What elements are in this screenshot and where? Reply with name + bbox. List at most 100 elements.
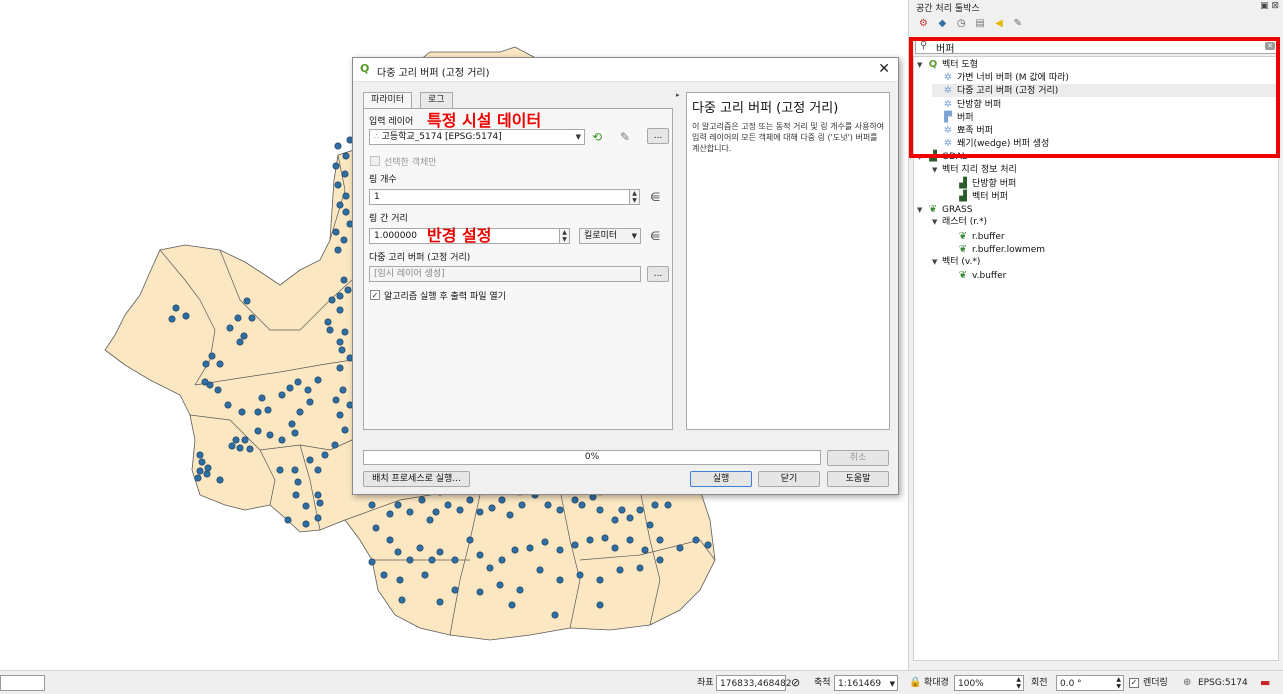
school-point (551, 611, 559, 619)
expand-arrow-icon[interactable]: ▼ (932, 164, 942, 177)
ring-count-spinner[interactable]: ▲ ▼ (629, 189, 640, 205)
help-button[interactable]: 도움말 (827, 471, 889, 487)
school-point (291, 466, 299, 474)
tree-item[interactable]: ✲ 단방향 버퍼 (932, 98, 1278, 111)
tree-item[interactable]: ▟ 벡터 버퍼 (947, 190, 1278, 203)
chevron-down-icon: ▼ (889, 680, 895, 688)
tree-item[interactable]: ▟ 단방향 버퍼 (947, 177, 1278, 190)
school-point (314, 514, 322, 522)
tree-item[interactable]: ▼ 래스터 (r.*) (932, 216, 1278, 229)
tab-log[interactable]: 로그 (420, 92, 453, 108)
school-point (496, 581, 504, 589)
tab-parameters[interactable]: 파라미터 (363, 92, 413, 109)
toolbox-search-input[interactable]: ⚲ 버퍼 ✕ (915, 38, 1279, 55)
close-icon[interactable]: ✕ (878, 61, 890, 77)
tree-item[interactable]: ✲ 쐐기(wedge) 버퍼 생성 (932, 137, 1278, 150)
school-point (258, 394, 266, 402)
school-point (254, 408, 262, 416)
tree-item[interactable]: ❦ v.buffer (947, 269, 1278, 282)
chevron-down-icon: ▼ (575, 133, 581, 141)
input-browse-button[interactable]: ... (647, 128, 669, 144)
tree-item[interactable]: ▼ Q 벡터 도형 (917, 58, 1278, 71)
clear-search-icon[interactable]: ✕ (1265, 42, 1275, 50)
qgis-icon: Q (928, 59, 938, 70)
school-point (611, 516, 619, 524)
gear-icon: ✲ (943, 72, 953, 84)
output-label: 다중 고리 버퍼 (고정 거리) (369, 253, 471, 263)
expand-arrow-icon[interactable]: ▼ (932, 256, 942, 269)
tree-item[interactable]: ✲ 뾰족 버퍼 (932, 124, 1278, 137)
school-point (342, 192, 350, 200)
float-panel-icon[interactable]: ▣ (1260, 1, 1269, 11)
tree-item[interactable]: ▼ 벡터 지리 정보 처리 (932, 164, 1278, 177)
school-point (340, 236, 348, 244)
school-point (228, 442, 236, 450)
output-input[interactable]: [임시 레이어 생성] (369, 266, 641, 282)
render-checkbox[interactable]: ✓ (1129, 678, 1139, 688)
tree-item[interactable]: ▼ ▟ GDAL (917, 150, 1278, 163)
iterate-icon[interactable]: ⟲ (592, 129, 602, 145)
selected-only-checkbox[interactable] (370, 156, 380, 166)
magnifier-spinner[interactable]: ▲ ▼ (1016, 676, 1021, 690)
search-value: 버퍼 (936, 44, 955, 55)
school-point (596, 601, 604, 609)
locator-input[interactable] (0, 675, 45, 691)
lock-scale-icon[interactable]: 🔒 (909, 675, 921, 691)
school-point (556, 546, 564, 554)
collapse-help-icon[interactable]: ▸ (676, 91, 680, 99)
tree-item[interactable]: ✲ 가변 너비 버퍼 (M 값에 따라) (932, 71, 1278, 84)
coordinate-input[interactable]: 176833,468482 (716, 675, 792, 691)
tree-item[interactable]: ❦ r.buffer (947, 230, 1278, 243)
school-point (641, 546, 649, 554)
tree-item[interactable]: ▛ 버퍼 (932, 111, 1278, 124)
magnifier-input[interactable]: 100% ▲ ▼ (954, 675, 1024, 691)
school-point (288, 420, 296, 428)
school-point (236, 444, 244, 452)
rotation-input[interactable]: 0.0 ° ▲ ▼ (1056, 675, 1124, 691)
close-panel-icon[interactable]: ⊠ (1271, 1, 1279, 11)
edit-features-icon[interactable]: ◀ (993, 17, 1006, 30)
school-point (291, 429, 299, 437)
python-scripts-icon[interactable]: ◆ (936, 17, 949, 30)
school-point (386, 536, 394, 544)
rotation-spinner[interactable]: ▲ ▼ (1116, 676, 1121, 690)
expand-arrow-icon[interactable]: ▼ (917, 151, 927, 164)
tree-item[interactable]: ❦ r.buffer.lowmem (947, 243, 1278, 256)
history-icon[interactable]: ◷ (955, 17, 968, 30)
school-point (342, 152, 350, 160)
rotation-value: 0.0 ° (1060, 679, 1082, 689)
models-icon[interactable]: ⚙ (917, 17, 930, 30)
batch-process-button[interactable]: 배치 프로세스로 실행... (363, 471, 470, 487)
ring-count-input[interactable]: 1 (369, 189, 631, 205)
wrench-icon[interactable]: ✎ (620, 129, 630, 145)
school-point (204, 464, 212, 472)
tree-item[interactable]: ✲ 다중 고리 버퍼 (고정 거리) (932, 84, 1278, 98)
cancel-button[interactable]: 취소 (827, 450, 889, 466)
school-point (341, 170, 349, 178)
data-defined-override-icon[interactable]: ⋹ (650, 189, 660, 205)
scale-input[interactable]: 1:161469 ▼ (834, 675, 898, 691)
ring-distance-spinner[interactable]: ▲ ▼ (559, 228, 570, 244)
tree-item[interactable]: ▼ 벡터 (v.*) (932, 256, 1278, 269)
school-point (336, 306, 344, 314)
results-viewer-icon[interactable]: ▤ (974, 17, 987, 30)
tree-item[interactable]: ▼ ❦ GRASS (917, 203, 1278, 216)
messages-icon[interactable]: ▬ (1260, 675, 1270, 691)
tree-item-label: r.buffer (972, 231, 1005, 242)
expand-arrow-icon[interactable]: ▼ (917, 204, 927, 217)
run-button[interactable]: 실행 (690, 471, 752, 487)
toggle-extents-icon[interactable]: ⊘ (791, 675, 800, 691)
crs-label[interactable]: EPSG:5174 (1198, 675, 1248, 691)
algorithm-tree: ▼ Q 벡터 도형 ✲ 가변 너비 버퍼 (M 값에 따라) ✲ 다중 고리 버퍼 (고정 … (913, 56, 1279, 661)
output-browse-button[interactable]: ... (647, 266, 669, 282)
data-defined-override-icon[interactable]: ⋹ (650, 228, 660, 244)
expand-arrow-icon[interactable]: ▼ (917, 59, 927, 72)
options-wrench-icon[interactable]: ✎ (1011, 17, 1024, 30)
input-layer-select[interactable]: ∴ 고등학교_5174 [EPSG:5174] ▼ (369, 129, 585, 145)
expand-arrow-icon[interactable]: ▼ (932, 216, 942, 229)
school-point (428, 556, 436, 564)
distance-unit-select[interactable]: 킬로미터 ▼ (579, 228, 641, 244)
close-button[interactable]: 닫기 (758, 471, 820, 487)
crs-icon[interactable]: ⊕ (1183, 675, 1191, 691)
open-output-checkbox[interactable]: ✓ (370, 290, 380, 300)
